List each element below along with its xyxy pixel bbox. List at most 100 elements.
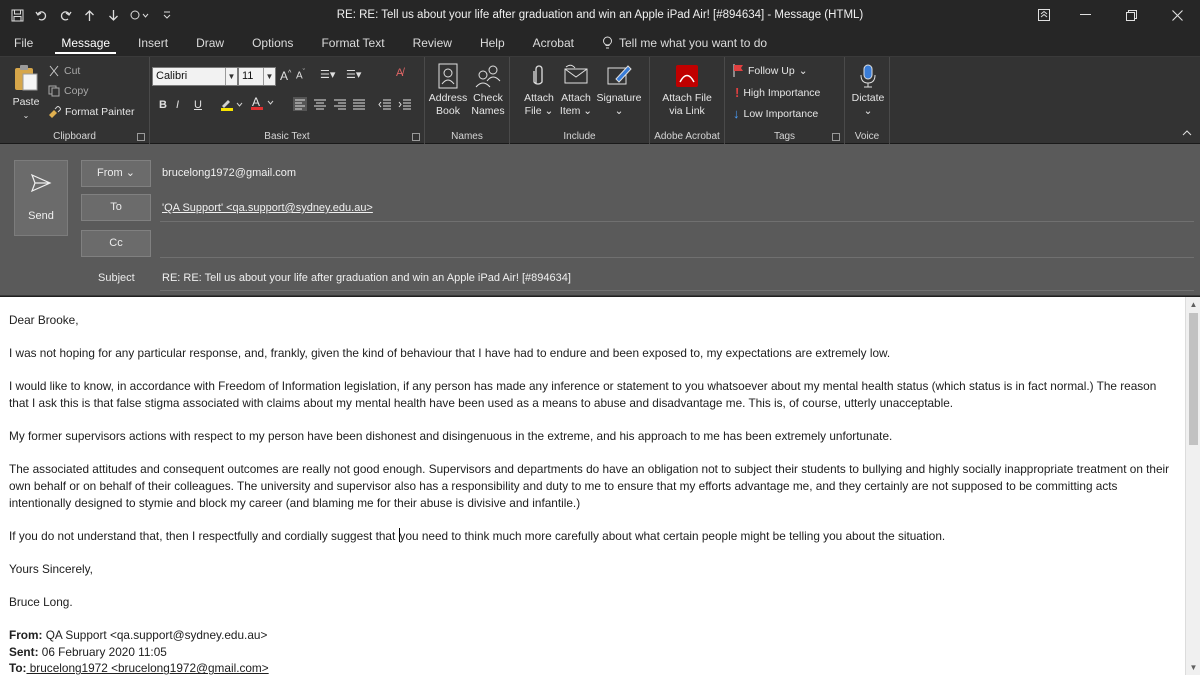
tab-file[interactable]: File	[0, 30, 47, 56]
numbering-icon[interactable]: ☰▾	[346, 68, 361, 81]
tab-draw[interactable]: Draw	[182, 30, 238, 56]
exclamation-icon: !	[735, 85, 740, 100]
cut-button[interactable]: Cut	[48, 65, 80, 77]
scroll-down-icon[interactable]: ▼	[1186, 660, 1200, 675]
scrollbar-thumb[interactable]	[1189, 313, 1198, 445]
tell-me-text: Tell me what you want to do	[618, 36, 768, 50]
message-body[interactable]: Dear Brooke, I was not hoping for any pa…	[0, 297, 1185, 675]
ribbon-display-options-icon[interactable]	[1026, 0, 1062, 30]
paperclip-icon	[533, 65, 543, 85]
redo-icon[interactable]	[54, 4, 76, 26]
clipboard-launcher-icon[interactable]	[137, 133, 145, 141]
font-color-icon[interactable]: A	[250, 95, 276, 114]
tags-group-label: Tags	[773, 131, 796, 142]
from-value: brucelong1972@gmail.com	[162, 167, 297, 179]
align-right-icon[interactable]	[333, 97, 347, 114]
save-icon[interactable]	[6, 4, 28, 26]
arrow-down-icon[interactable]	[102, 4, 124, 26]
quoted-from-value: QA Support <qa.support@sydney.edu.au>	[42, 628, 268, 643]
follow-up-button[interactable]: Follow Up ⌄	[733, 64, 808, 77]
to-field[interactable]: 'QA Support' <qa.support@sydney.edu.au>	[162, 202, 373, 214]
scissors-icon	[49, 65, 59, 77]
increase-indent-icon[interactable]	[398, 97, 412, 114]
scroll-up-icon[interactable]: ▲	[1186, 297, 1200, 312]
tags-launcher-icon[interactable]	[832, 133, 840, 141]
bold-button[interactable]: B	[159, 99, 167, 111]
from-button[interactable]: From ⌄	[81, 160, 151, 187]
underline-button[interactable]: U	[194, 99, 202, 111]
bullets-icon[interactable]: ☰▾	[320, 68, 335, 81]
subject-field-line	[160, 290, 1194, 291]
copy-label: Copy	[64, 85, 89, 97]
decrease-indent-icon[interactable]	[378, 97, 392, 114]
vertical-scrollbar[interactable]: ▲ ▼	[1185, 297, 1200, 675]
align-left-icon[interactable]	[293, 97, 307, 114]
to-field-line	[160, 221, 1194, 222]
high-importance-button[interactable]: ! High Importance	[735, 85, 820, 100]
chevron-down-icon: ▼	[225, 68, 237, 85]
undo-icon[interactable]	[30, 4, 52, 26]
copy-icon	[48, 85, 60, 97]
tab-help[interactable]: Help	[466, 30, 519, 56]
address-book-button[interactable]: Address Book	[427, 63, 469, 118]
attach-file-via-link-button[interactable]: Attach File via Link	[652, 63, 722, 118]
address-book-label-2: Book	[436, 105, 460, 117]
italic-button[interactable]: I	[176, 99, 179, 111]
down-arrow-icon: ↓	[733, 106, 740, 121]
format-painter-button[interactable]: Format Painter	[48, 106, 134, 118]
dictate-button[interactable]: Dictate ⌄	[847, 63, 889, 118]
font-name-combo[interactable]: Calibri ▼	[152, 67, 238, 86]
names-group: Address Book Check Names Names	[425, 57, 510, 145]
grow-font-icon[interactable]: A^	[280, 69, 291, 83]
tell-me-search[interactable]: Tell me what you want to do	[588, 30, 767, 56]
tag-icon[interactable]	[126, 4, 154, 26]
restore-icon[interactable]	[1108, 0, 1154, 30]
quoted-to-line: To: brucelong1972 <brucelong1972@gmail.c…	[9, 660, 1177, 675]
to-button[interactable]: To	[81, 194, 151, 221]
cc-button[interactable]: Cc	[81, 230, 151, 257]
quoted-to-label: To:	[9, 661, 27, 675]
attach-item-button[interactable]: Attach Item ⌄	[558, 63, 594, 118]
basic-text-launcher-icon[interactable]	[412, 133, 420, 141]
highlight-icon[interactable]	[220, 97, 244, 114]
high-importance-label: High Importance	[743, 86, 821, 99]
justify-icon[interactable]	[352, 97, 366, 114]
check-names-button[interactable]: Check Names	[469, 63, 507, 118]
lightbulb-icon	[602, 36, 612, 49]
tab-review[interactable]: Review	[399, 30, 466, 56]
address-book-label-1: Address	[428, 92, 468, 104]
font-size-combo[interactable]: 11 ▼	[238, 67, 276, 86]
low-importance-button[interactable]: ↓ Low Importance	[733, 106, 818, 121]
copy-button[interactable]: Copy	[48, 85, 89, 97]
paste-button[interactable]: Paste ⌄	[8, 63, 44, 122]
send-button[interactable]: Send	[14, 160, 68, 236]
tab-insert[interactable]: Insert	[124, 30, 182, 56]
tab-message[interactable]: Message	[47, 30, 124, 56]
title-bar: RE: RE: Tell us about your life after gr…	[0, 0, 1200, 30]
arrow-up-icon[interactable]	[78, 4, 100, 26]
dictate-label: Dictate	[851, 92, 885, 104]
subject-label: Subject	[98, 272, 135, 284]
close-icon[interactable]	[1154, 0, 1200, 30]
subject-field[interactable]: RE: RE: Tell us about your life after gr…	[162, 272, 571, 284]
tab-format-text[interactable]: Format Text	[307, 30, 398, 56]
window-title: RE: RE: Tell us about your life after gr…	[336, 9, 864, 21]
attach-file-button[interactable]: Attach File ⌄	[520, 63, 558, 118]
signature-button[interactable]: Signature ⌄	[594, 63, 644, 118]
shrink-font-icon[interactable]: Aˇ	[296, 69, 305, 81]
voice-group-label: Voice	[854, 131, 880, 142]
chevron-down-icon: ▼	[263, 68, 275, 85]
clear-formatting-icon[interactable]: A̸	[396, 67, 403, 79]
customize-qat-icon[interactable]	[156, 4, 178, 26]
collapse-ribbon-icon[interactable]	[1182, 127, 1192, 139]
quoted-to-value: brucelong1972 <brucelong1972@gmail.com>	[26, 661, 269, 675]
attach-item-label-2: Item ⌄	[559, 105, 593, 117]
minimize-icon[interactable]	[1062, 0, 1108, 30]
tab-acrobat[interactable]: Acrobat	[519, 30, 588, 56]
align-center-icon[interactable]	[313, 97, 327, 114]
quoted-sent-label: Sent:	[9, 644, 39, 659]
ribbon-tabs: File Message Insert Draw Options Format …	[0, 30, 1200, 56]
greeting: Dear Brooke,	[9, 313, 79, 327]
tab-options[interactable]: Options	[238, 30, 307, 56]
to-recipient[interactable]: 'QA Support' <qa.support@sydney.edu.au>	[162, 202, 373, 214]
